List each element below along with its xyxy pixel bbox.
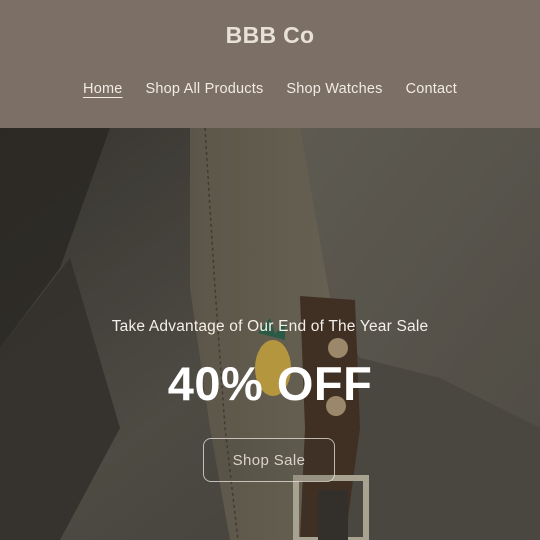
nav-contact[interactable]: Contact <box>406 80 457 100</box>
hero-kicker: Take Advantage of Our End of The Year Sa… <box>111 318 429 335</box>
nav-shop-all-products[interactable]: Shop All Products <box>146 80 264 100</box>
shop-sale-button[interactable]: Shop Sale <box>203 438 335 482</box>
site-header: BBB Co Home Shop All Products Shop Watch… <box>0 0 540 128</box>
nav-shop-watches[interactable]: Shop Watches <box>286 80 382 100</box>
main-nav: Home Shop All Products Shop Watches Cont… <box>0 80 540 100</box>
nav-home[interactable]: Home <box>83 80 122 100</box>
hero-banner: Take Advantage of Our End of The Year Sa… <box>0 128 540 540</box>
store-logo-link[interactable]: BBB Co <box>0 22 540 49</box>
hero-headline: 40% OFF <box>167 357 373 410</box>
